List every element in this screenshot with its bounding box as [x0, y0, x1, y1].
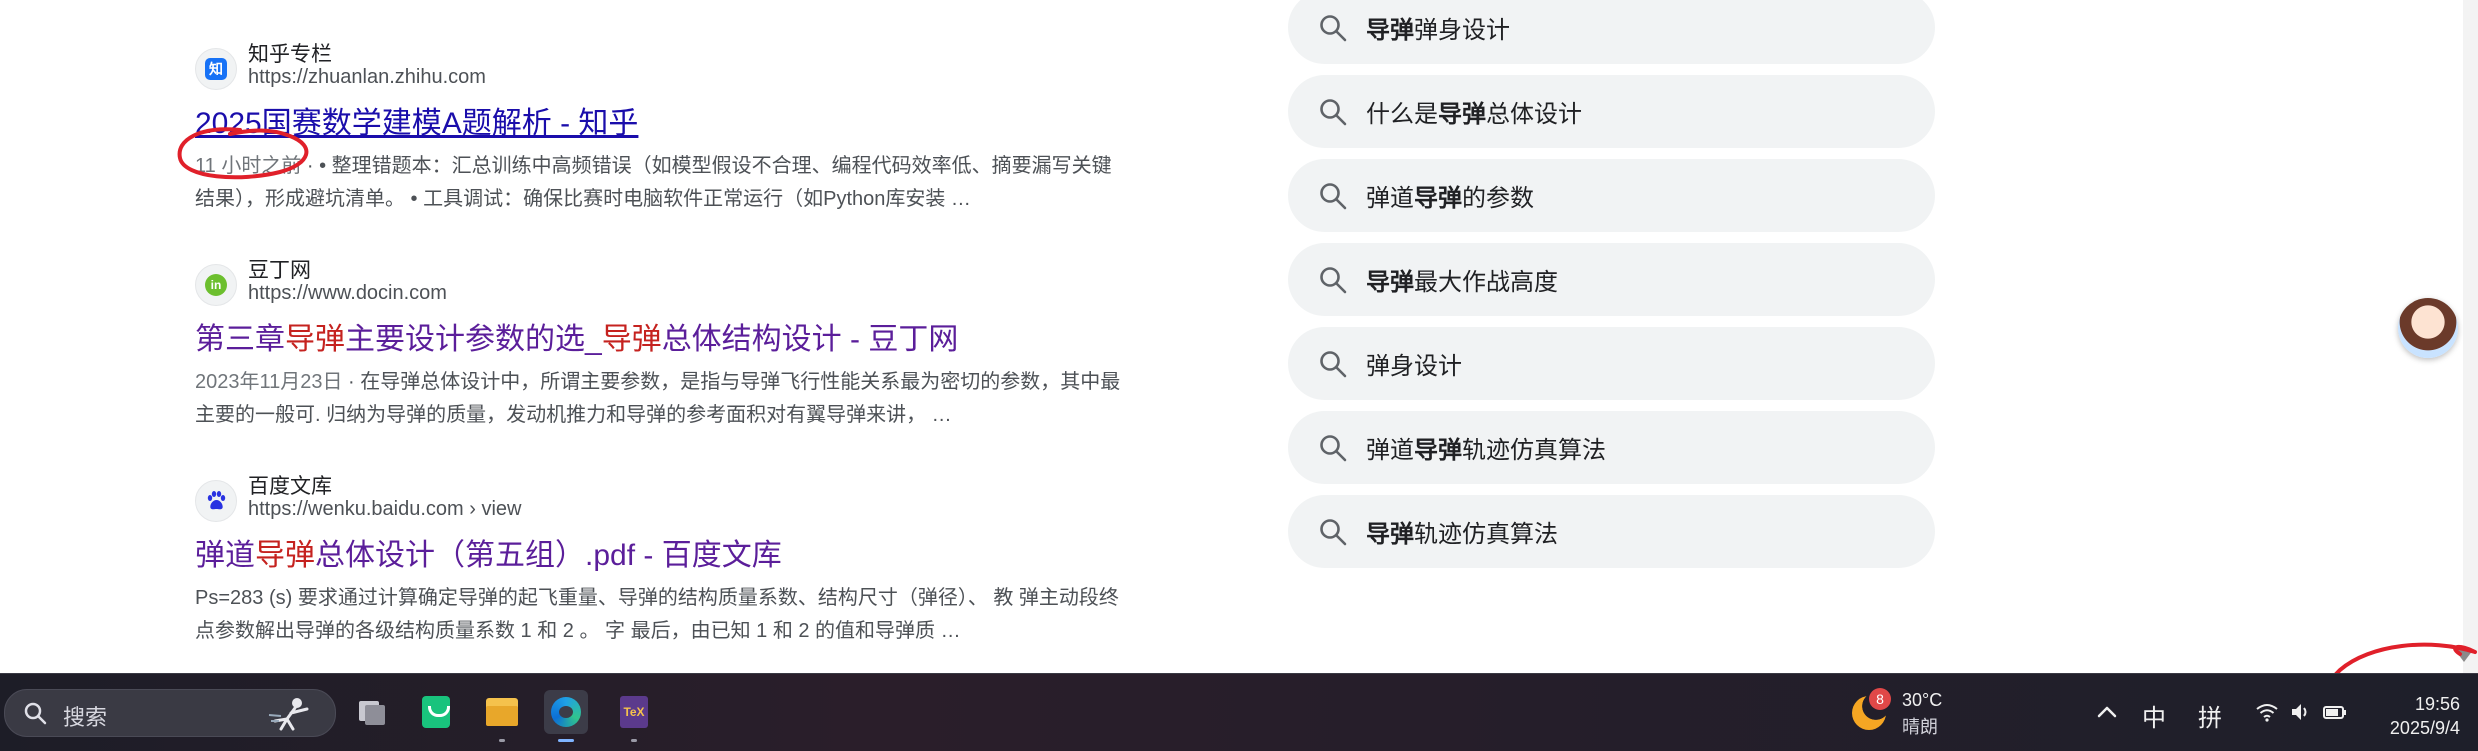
query-keyword-bold: 导弹: [1366, 17, 1414, 44]
result-snippet: 11 小时之前 · • 整理错题本：汇总训练中高频错误（如模型假设不合理、编程代…: [195, 150, 1125, 216]
related-search-text: 弹身设计: [1366, 346, 1462, 381]
query-text: 弹身设计: [1414, 17, 1510, 44]
result-title-link[interactable]: 2025国赛数学建模A题解析 - 知乎: [195, 98, 1125, 142]
ime-mode-indicator[interactable]: 拼: [2198, 698, 2222, 733]
taskbar-search-box[interactable]: 搜索: [4, 689, 336, 737]
weather-badge: 8: [1869, 688, 1891, 710]
edge-browser-icon[interactable]: [544, 690, 588, 742]
wifi-icon[interactable]: [2254, 699, 2280, 725]
related-search-text: 导弹轨迹仿真算法: [1366, 514, 1558, 549]
query-keyword-bold: 导弹: [1414, 437, 1462, 464]
clock-time: 19:56: [2414, 694, 2460, 714]
query-text: 弹道: [1366, 185, 1414, 212]
chevron-up-icon[interactable]: [2094, 699, 2120, 725]
annotation-circle: [177, 127, 309, 180]
related-search-text: 什么是导弹总体设计: [1366, 94, 1582, 129]
search-icon: [1320, 351, 1347, 378]
ime-language-indicator[interactable]: 中: [2142, 698, 2166, 733]
title-keyword-highlight: 导弹: [255, 539, 315, 572]
search-result: 知 知乎专栏 https://zhuanlan.zhihu.com 2025国赛…: [195, 38, 1125, 216]
search-icon: [1320, 99, 1347, 126]
docin-icon: in: [195, 264, 237, 306]
battery-icon[interactable]: [2322, 699, 2348, 725]
result-snippet: 2023年11月23日 · 在导弹总体设计中，所谓主要参数，是指与导弹飞行性能关…: [195, 366, 1125, 432]
baidu-paw-icon: [195, 480, 237, 522]
search-icon: [1320, 183, 1347, 210]
title-text: 主要设计参数的选_: [345, 323, 602, 356]
title-keyword-highlight: 导弹: [285, 323, 345, 356]
task-view-icon[interactable]: [350, 690, 394, 734]
result-source[interactable]: in 豆丁网 https://www.docin.com: [195, 254, 1125, 306]
search-icon: [1320, 15, 1347, 42]
title-text: 弹道: [195, 539, 255, 572]
weather-widget[interactable]: 8 30°C 晴朗: [1852, 688, 1972, 738]
query-keyword-bold: 导弹: [1414, 185, 1462, 212]
texstudio-icon[interactable]: TeX: [612, 690, 656, 742]
related-search-chip[interactable]: 导弹最大作战高度: [1288, 243, 1935, 316]
zhihu-icon: 知: [195, 48, 237, 90]
scrollbar-track[interactable]: [2463, 0, 2478, 673]
assistant-avatar-icon[interactable]: [2398, 298, 2458, 358]
search-icon: [1320, 267, 1347, 294]
related-search-text: 弹道导弹轨迹仿真算法: [1366, 430, 1606, 465]
query-text: 轨迹仿真算法: [1414, 521, 1558, 548]
search-icon: [24, 702, 47, 725]
result-snippet: Ps=283 (s) 要求通过计算确定导弹的起飞重量、导弹的结构质量系数、结构尺…: [195, 582, 1125, 648]
site-name: 豆丁网: [248, 259, 311, 282]
related-searches: 导弹弹身设计 什么是导弹总体设计 弹道导弹的参数 导弹最大作战高度 弹身设计 弹道导弹轨迹…: [1288, 0, 1935, 579]
query-text: 总体设计: [1486, 101, 1582, 128]
related-search-chip[interactable]: 弹道导弹的参数: [1288, 159, 1935, 232]
site-url: https://www.docin.com: [248, 282, 447, 304]
site-name: 百度文库: [248, 475, 332, 498]
result-source[interactable]: 知 知乎专栏 https://zhuanlan.zhihu.com: [195, 38, 1125, 90]
volume-icon[interactable]: [2288, 699, 2314, 725]
search-result: 百度文库 https://wenku.baidu.com › view 弹道导弹…: [195, 470, 1125, 648]
query-text: 什么是: [1366, 101, 1438, 128]
site-url: https://zhuanlan.zhihu.com: [248, 66, 486, 88]
system-clock[interactable]: 19:56 2025/9/4: [2360, 692, 2460, 740]
query-text: 弹身设计: [1366, 353, 1462, 380]
query-keyword-bold: 导弹: [1438, 101, 1486, 128]
taskbar-search-placeholder: 搜索: [63, 705, 108, 730]
file-explorer-icon[interactable]: [480, 690, 524, 742]
title-text: 第三章: [195, 323, 285, 356]
result-title-link[interactable]: 第三章导弹主要设计参数的选_导弹总体结构设计 - 豆丁网: [195, 314, 1125, 358]
weather-condition: 晴朗: [1902, 717, 1938, 737]
clock-date: 2025/9/4: [2389, 718, 2460, 738]
related-search-chip[interactable]: 导弹轨迹仿真算法: [1288, 495, 1935, 568]
query-text: 轨迹仿真算法: [1462, 437, 1606, 464]
related-search-chip[interactable]: 什么是导弹总体设计: [1288, 75, 1935, 148]
site-url: https://wenku.baidu.com › view: [248, 498, 522, 520]
search-result: in 豆丁网 https://www.docin.com 第三章导弹主要设计参数…: [195, 254, 1125, 432]
site-name: 知乎专栏: [248, 43, 332, 66]
related-search-text: 弹道导弹的参数: [1366, 178, 1534, 213]
related-search-text: 导弹弹身设计: [1366, 10, 1510, 45]
query-keyword-bold: 导弹: [1366, 521, 1414, 548]
result-title-link[interactable]: 弹道导弹总体设计（第五组）.pdf - 百度文库: [195, 530, 1125, 574]
query-text: 最大作战高度: [1414, 269, 1558, 296]
title-text: 总体设计（第五组）.pdf - 百度文库: [315, 539, 782, 572]
query-keyword-bold: 导弹: [1366, 269, 1414, 296]
wechat-like-icon[interactable]: [414, 690, 458, 734]
related-search-chip[interactable]: 弹身设计: [1288, 327, 1935, 400]
snippet-text: Ps=283 (s) 要求通过计算确定导弹的起飞重量、导弹的结构质量系数、结构尺…: [195, 587, 1119, 642]
taskbar: 搜索 TeX 8 30°C 晴朗 中 拼 19:56 2025/9/4: [0, 673, 2478, 751]
search-highlight-figure-icon: [268, 698, 309, 731]
search-icon: [1320, 435, 1347, 462]
related-search-chip[interactable]: 弹道导弹轨迹仿真算法: [1288, 411, 1935, 484]
related-search-text: 导弹最大作战高度: [1366, 262, 1558, 297]
result-date: 2023年11月23日: [195, 371, 343, 393]
related-search-chip[interactable]: 导弹弹身设计: [1288, 0, 1935, 64]
query-text: 的参数: [1462, 185, 1534, 212]
result-source[interactable]: 百度文库 https://wenku.baidu.com › view: [195, 470, 1125, 522]
search-icon: [1320, 519, 1347, 546]
title-text: 总体结构设计 - 豆丁网: [661, 323, 959, 356]
query-text: 弹道: [1366, 437, 1414, 464]
title-keyword-highlight: 导弹: [601, 323, 662, 356]
snippet-text: · • 整理错题本：汇总训练中高频错误（如模型假设不合理、编程代码效率低、摘要漏…: [195, 155, 1112, 210]
weather-temp: 30°C: [1902, 690, 1943, 710]
